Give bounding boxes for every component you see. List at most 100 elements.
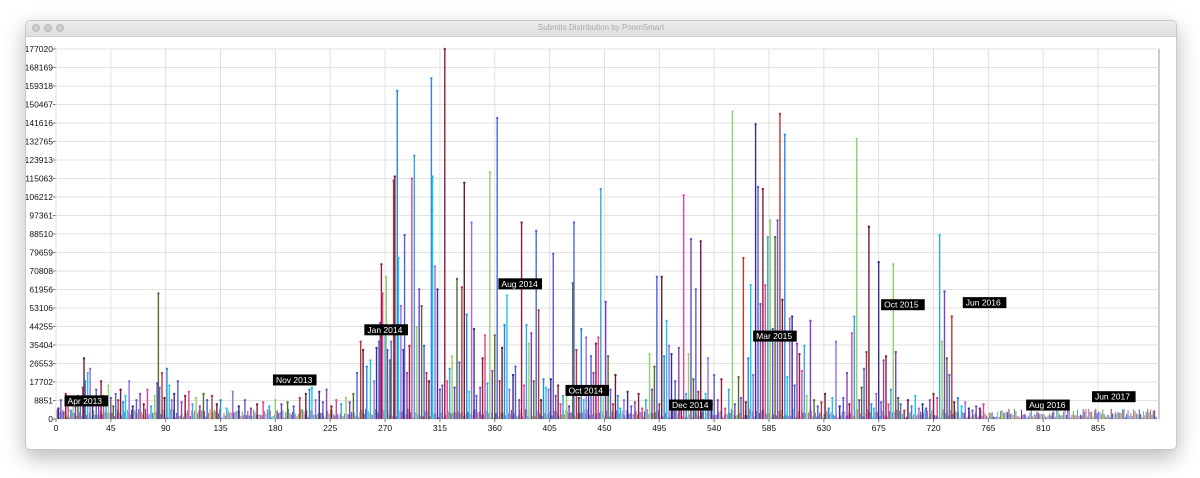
bar-cap xyxy=(511,373,515,377)
date-annotation: Aug 2016 xyxy=(1026,399,1070,411)
bar-cap xyxy=(744,401,748,404)
bar-cap xyxy=(771,327,774,331)
bar-cap xyxy=(183,394,187,398)
bar-cap xyxy=(692,378,695,381)
bar-cap xyxy=(960,405,963,408)
bar-cap xyxy=(626,390,629,394)
x-tick-label: 360 xyxy=(488,423,502,433)
bar-cap xyxy=(170,398,173,402)
bar-cap xyxy=(556,384,560,387)
date-annotation: Jun 2017 xyxy=(1091,391,1136,403)
bar-cap xyxy=(335,398,338,402)
bar-cap xyxy=(527,342,531,345)
bar-cap xyxy=(153,394,156,398)
annotation-label: Aug 2016 xyxy=(1029,400,1066,410)
bar-cap xyxy=(950,315,954,318)
x-tick-label: 0 xyxy=(54,423,59,433)
y-tick-label: 0 xyxy=(48,414,53,424)
y-tick-label: 177020 xyxy=(26,44,53,54)
bar-cap xyxy=(953,401,956,404)
bar-cap xyxy=(472,327,476,331)
bar-cap xyxy=(142,403,145,406)
y-tick-label: 106212 xyxy=(26,192,53,202)
bar-cap xyxy=(834,340,838,343)
bar-cap xyxy=(475,394,478,398)
y-tick-label: 88510 xyxy=(29,229,53,239)
annotation-label: Aug 2014 xyxy=(501,279,538,289)
bar-cap xyxy=(114,392,117,396)
bar-cap xyxy=(458,361,461,364)
bar-cap xyxy=(582,398,585,402)
bar-cap xyxy=(689,238,693,241)
bar-cap xyxy=(158,386,161,389)
bar-cap xyxy=(116,398,120,402)
x-tick-label: 810 xyxy=(1036,423,1050,433)
bar-cap xyxy=(274,398,277,402)
x-tick-label: 855 xyxy=(1091,423,1105,433)
bar-cap xyxy=(308,388,311,391)
date-annotation: Oct 2015 xyxy=(881,299,925,311)
bar-cap xyxy=(884,355,888,358)
bar-cap xyxy=(660,275,663,279)
bar-cap xyxy=(567,405,571,408)
bar-cap xyxy=(286,401,289,404)
bar-cap xyxy=(910,405,913,408)
bar-cap xyxy=(641,407,644,410)
y-tick-label: 132765 xyxy=(26,137,53,147)
annotation-label: Jan 2014 xyxy=(367,325,402,335)
bar-cap xyxy=(436,288,439,291)
bar-cap xyxy=(520,221,523,224)
bar-cap xyxy=(165,367,169,371)
y-tick-label: 8851 xyxy=(34,396,53,406)
bar-cap xyxy=(450,355,454,358)
bar-cap xyxy=(795,342,799,345)
bar-cap xyxy=(956,396,960,400)
bar-cap xyxy=(95,388,98,391)
x-tick-label: 90 xyxy=(161,423,171,433)
annotation-label: Jun 2017 xyxy=(1095,392,1130,402)
x-tick-label: 540 xyxy=(707,423,721,433)
annotation-label: Jun 2016 xyxy=(966,298,1001,308)
bar-cap xyxy=(503,323,506,327)
bar-cap xyxy=(653,365,656,368)
bar-cap xyxy=(86,371,89,375)
x-tick-label: 630 xyxy=(817,423,831,433)
bar-cap xyxy=(493,334,496,337)
bar-cap xyxy=(292,405,295,408)
bar-cap xyxy=(561,394,565,398)
bar-cap xyxy=(348,401,351,404)
annotation-label: Apr 2013 xyxy=(68,396,103,406)
bar-cap xyxy=(572,221,576,224)
bar-cap xyxy=(823,392,827,396)
bar-cap xyxy=(899,403,902,406)
bar-cap xyxy=(249,407,253,410)
bar-cap xyxy=(194,396,198,400)
bar-cap xyxy=(405,371,409,375)
bar-cap xyxy=(872,407,876,410)
bar-cap xyxy=(453,386,456,389)
bar-cap xyxy=(773,235,777,239)
bar-cap xyxy=(112,405,115,408)
bar-cap xyxy=(599,187,602,191)
bar-cap xyxy=(465,313,468,316)
bar-cap xyxy=(580,327,583,331)
bar-cap xyxy=(932,392,935,396)
bar-cap xyxy=(842,396,845,400)
bar-cap xyxy=(420,304,423,308)
bar-cap xyxy=(380,263,383,266)
bar-cap xyxy=(467,390,471,394)
bar-cap xyxy=(160,371,164,375)
bar-cap xyxy=(614,373,617,377)
bar-cap xyxy=(559,403,562,406)
bar-cap xyxy=(508,388,511,391)
bar-cap xyxy=(754,123,757,126)
bar-cap xyxy=(369,359,372,362)
bar-cap xyxy=(121,401,125,404)
bar-cap xyxy=(751,373,755,377)
bar-cap xyxy=(667,344,671,348)
bar-cap xyxy=(964,401,967,404)
bar-cap xyxy=(481,357,484,360)
bar-cap xyxy=(552,252,555,256)
bar-cap xyxy=(633,401,637,404)
bar-cap xyxy=(463,181,466,185)
